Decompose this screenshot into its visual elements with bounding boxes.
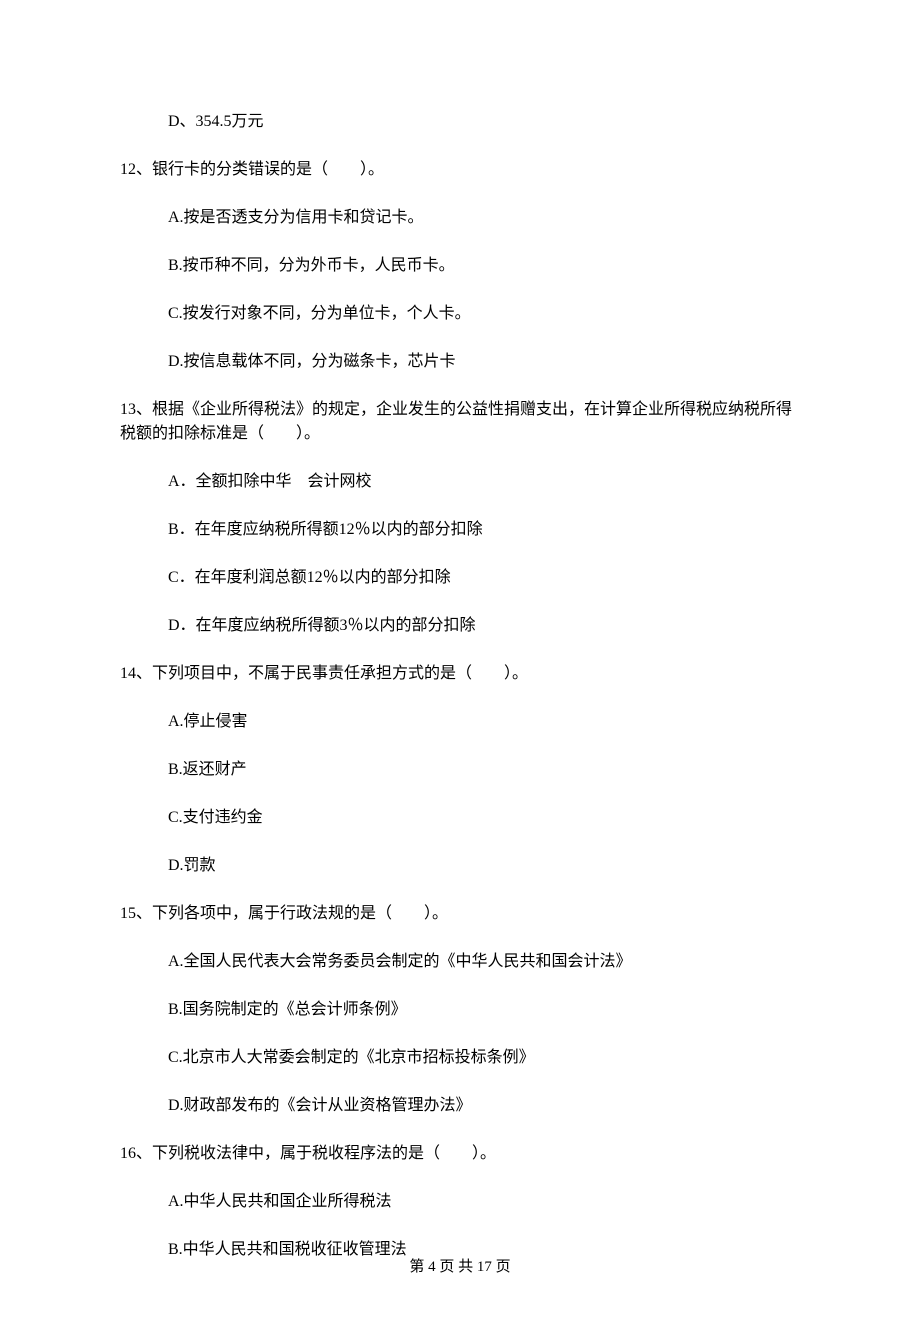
q12-option-a: A.按是否透支分为信用卡和贷记卡。 <box>120 206 800 230</box>
q16-option-a: A.中华人民共和国企业所得税法 <box>120 1190 800 1214</box>
q14-option-d: D.罚款 <box>120 854 800 878</box>
q11-option-d: D、354.5万元 <box>120 110 800 134</box>
q13-option-a: A．全额扣除中华 会计网校 <box>120 470 800 494</box>
q15-option-b: B.国务院制定的《总会计师条例》 <box>120 998 800 1022</box>
q14-option-a: A.停止侵害 <box>120 710 800 734</box>
page-footer: 第 4 页 共 17 页 <box>0 1255 920 1276</box>
q15-option-d: D.财政部发布的《会计从业资格管理办法》 <box>120 1094 800 1118</box>
q13-option-c: C．在年度利润总额12％以内的部分扣除 <box>120 566 800 590</box>
q14-stem: 14、下列项目中，不属于民事责任承担方式的是（ ）。 <box>120 662 800 686</box>
q12-option-b: B.按币种不同，分为外币卡，人民币卡。 <box>120 254 800 278</box>
q14-option-b: B.返还财产 <box>120 758 800 782</box>
q12-option-d: D.按信息载体不同，分为磁条卡，芯片卡 <box>120 350 800 374</box>
q13-option-b: B．在年度应纳税所得额12％以内的部分扣除 <box>120 518 800 542</box>
document-page: D、354.5万元 12、银行卡的分类错误的是（ ）。 A.按是否透支分为信用卡… <box>0 0 920 1326</box>
q14-option-c: C.支付违约金 <box>120 806 800 830</box>
q12-stem: 12、银行卡的分类错误的是（ ）。 <box>120 158 800 182</box>
q13-stem: 13、根据《企业所得税法》的规定，企业发生的公益性捐赠支出，在计算企业所得税应纳… <box>120 398 800 446</box>
q15-option-c: C.北京市人大常委会制定的《北京市招标投标条例》 <box>120 1046 800 1070</box>
q13-option-d: D．在年度应纳税所得额3％以内的部分扣除 <box>120 614 800 638</box>
q16-stem: 16、下列税收法律中，属于税收程序法的是（ ）。 <box>120 1142 800 1166</box>
q15-stem: 15、下列各项中，属于行政法规的是（ ）。 <box>120 902 800 926</box>
q15-option-a: A.全国人民代表大会常务委员会制定的《中华人民共和国会计法》 <box>120 950 800 974</box>
q12-option-c: C.按发行对象不同，分为单位卡，个人卡。 <box>120 302 800 326</box>
